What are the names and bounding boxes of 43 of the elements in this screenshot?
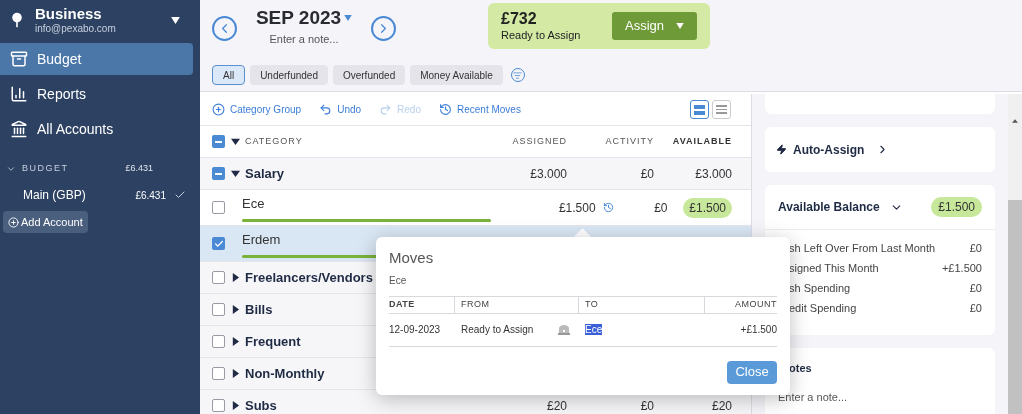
balance-line-value: £0	[969, 280, 982, 296]
available-amount: £3.000	[695, 165, 732, 183]
activity-amount: £0	[639, 397, 654, 414]
balance-line-label: signed This Month	[789, 260, 880, 276]
balance-line-label: sh Spending	[789, 280, 852, 296]
move-date: 12-09-2023	[389, 323, 442, 337]
balance-line-value: +£1.500	[941, 260, 982, 276]
section-balance: £6.431	[125, 162, 153, 176]
column-header: TO	[579, 296, 705, 313]
group-name: Non-Monthly	[245, 364, 325, 383]
section-label: BUDGET	[22, 162, 70, 176]
balance-line-label: sh Left Over From Last Month	[789, 240, 937, 256]
group-name: Subs	[245, 396, 277, 414]
group-name: Freelancers/Vendors	[245, 268, 373, 287]
category-name: Ece	[242, 196, 266, 213]
group-name: Frequent	[245, 332, 301, 351]
move-source: Ready to Assign	[461, 323, 535, 337]
column-header: DATE	[389, 296, 455, 313]
budget-name: Business	[35, 6, 103, 21]
balance-line-value: £0	[969, 300, 982, 316]
available-balance-pill: £1.500	[931, 197, 982, 217]
group-name: Salary	[245, 164, 285, 183]
move-amount: +£1.500	[739, 323, 777, 337]
balance-line-label: edit Spending	[789, 300, 858, 316]
balance-line-value: £0	[969, 240, 982, 256]
popup-subtitle: Ece	[389, 273, 408, 288]
popup-title: Moves	[389, 248, 435, 268]
column-header: FROM	[455, 296, 579, 313]
activity-amount: £0	[653, 199, 668, 217]
column-header: AMOUNT	[734, 297, 777, 311]
column-header: AVAILABLE	[671, 134, 732, 148]
column-header: ASSIGNED	[511, 134, 567, 148]
ready-to-assign-amount: £732	[501, 9, 538, 30]
column-header: CATEGORY	[245, 134, 304, 148]
user-email: info@pexabo.com	[35, 24, 117, 34]
available-amount: £20	[711, 397, 732, 414]
ready-to-assign-label: Ready to Assign	[501, 29, 582, 43]
move-destination: Ece	[585, 324, 603, 335]
notes-title: otes	[789, 361, 813, 376]
column-header: ACTIVITY	[604, 134, 654, 148]
activity-amount: £0	[639, 165, 654, 183]
category-name: Erdem	[242, 232, 282, 249]
group-name: Bills	[245, 300, 273, 319]
